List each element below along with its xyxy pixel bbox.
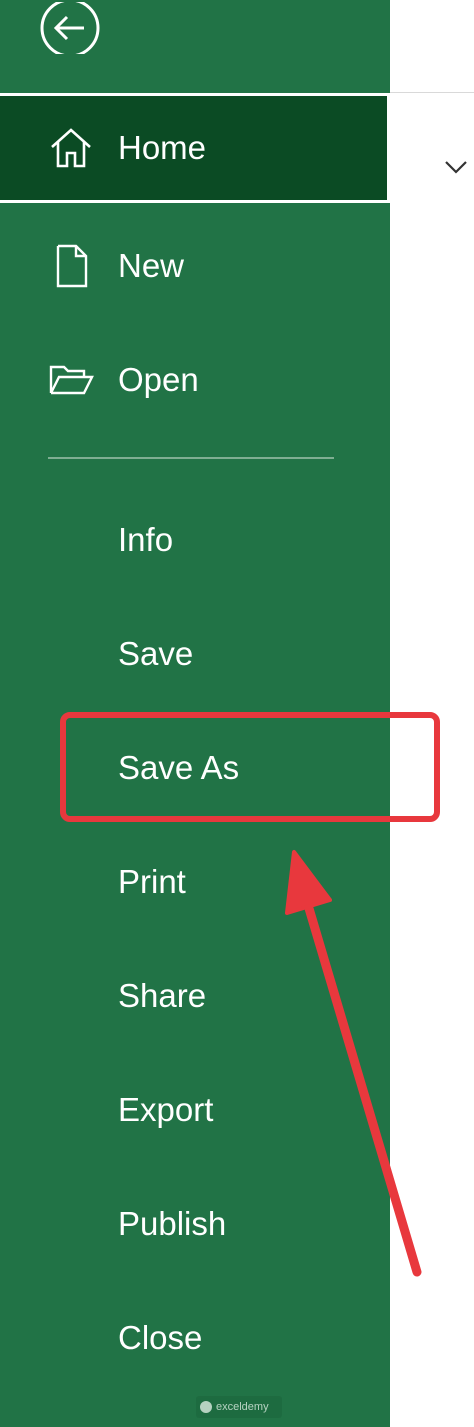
nav-item-save[interactable]: Save xyxy=(0,606,390,702)
nav-item-publish[interactable]: Publish xyxy=(0,1176,390,1272)
watermark-text: exceldemy xyxy=(216,1401,269,1413)
nav-item-label: Publish xyxy=(118,1205,227,1242)
nav-item-info[interactable]: Info xyxy=(0,492,390,588)
new-document-icon xyxy=(48,243,94,289)
nav-item-close[interactable]: Close xyxy=(0,1290,390,1386)
nav-item-home[interactable]: Home xyxy=(0,93,390,203)
nav-item-label: Export xyxy=(118,1091,214,1128)
back-button[interactable] xyxy=(40,0,100,58)
chevron-down-icon[interactable] xyxy=(442,152,470,180)
backstage-content xyxy=(390,0,474,1427)
nav-item-print[interactable]: Print xyxy=(0,834,390,930)
folder-open-icon xyxy=(48,357,94,403)
back-arrow-icon xyxy=(40,0,100,58)
content-divider xyxy=(390,92,474,93)
home-icon xyxy=(48,125,94,171)
nav-item-label: Save xyxy=(118,635,194,672)
backstage-sidebar: Home New Open Info Save Save As Print Sh… xyxy=(0,0,390,1427)
nav-item-new[interactable]: New xyxy=(0,218,390,314)
nav-item-label: Close xyxy=(118,1319,203,1356)
nav-item-share[interactable]: Share xyxy=(0,948,390,1044)
menu-divider xyxy=(48,457,334,459)
nav-item-label: Print xyxy=(118,863,186,900)
nav-item-open[interactable]: Open xyxy=(0,332,390,428)
nav-item-label: Open xyxy=(118,361,199,398)
nav-item-label: Save As xyxy=(118,749,240,786)
watermark-logo: exceldemy xyxy=(196,1396,282,1418)
nav-item-label: New xyxy=(118,247,185,284)
watermark-mark-icon xyxy=(200,1401,212,1413)
nav-item-save-as[interactable]: Save As xyxy=(0,720,390,816)
nav-item-label: Home xyxy=(118,129,207,166)
nav-item-label: Share xyxy=(118,977,207,1014)
nav-item-export[interactable]: Export xyxy=(0,1062,390,1158)
nav-item-label: Info xyxy=(118,521,174,558)
